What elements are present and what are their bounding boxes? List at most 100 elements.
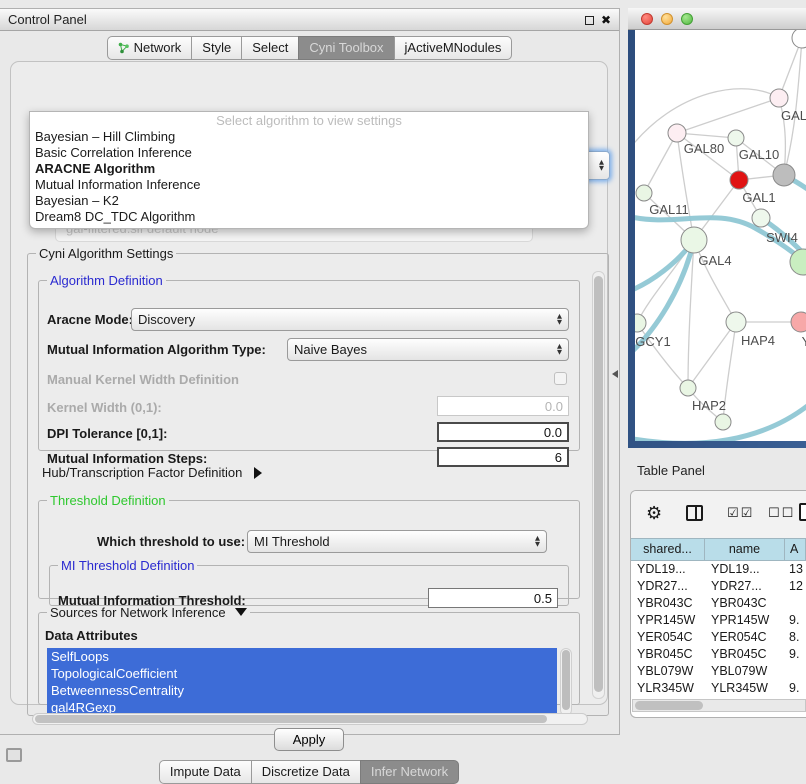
column-header-shared[interactable]: shared... [631,539,705,560]
tab-jactivemnodules[interactable]: jActiveMNodules [394,36,513,60]
network-edge[interactable] [637,323,688,388]
network-node-gal80[interactable] [668,124,686,142]
deselect-all-icon[interactable]: ☐☐ [768,506,795,521]
tab-label: Cyni Toolbox [309,40,383,55]
table-cell: YBR043C [705,595,785,612]
tab-cyni-toolbox[interactable]: Cyni Toolbox [298,36,393,60]
mi-algorithm-type-combobox[interactable]: Naive Bayes ▲▼ [287,338,569,361]
float-window-icon[interactable] [585,16,594,25]
table-row[interactable]: YER054CYER054C8. [631,629,806,646]
manual-kernel-checkbox[interactable] [554,372,567,385]
scrollbar-thumb[interactable] [635,701,703,710]
attribute-item-betweennesscentrality[interactable]: BetweennessCentrality [47,682,557,699]
network-node-hap2[interactable] [680,380,696,396]
algorithm-option-dream8-dc-tdc-algorithm[interactable]: Dream8 DC_TDC Algorithm [30,209,588,225]
mac-minimize-button[interactable] [661,13,673,25]
algorithm-option-aracne-algorithm[interactable]: ARACNE Algorithm [30,161,588,177]
tab-label: Impute Data [170,764,241,779]
network-node-gcy1[interactable] [635,314,646,332]
table-cell: YDR27... [705,578,785,595]
table-row[interactable]: YPR145WYPR145W9. [631,612,806,629]
settings-horizontal-scrollbar[interactable] [32,713,588,725]
sources-group: Sources for Network Inference Data Attri… [38,605,580,705]
kernel-width-field[interactable] [437,396,569,416]
threshold-definition-legend: Threshold Definition [47,493,169,508]
network-node-gal[interactable] [770,89,788,107]
dock-grip-icon[interactable] [6,748,22,762]
network-node-gal4[interactable] [681,227,707,253]
gear-icon[interactable]: ⚙ [646,503,662,524]
window-controls: ✖ [585,9,611,31]
network-edge-selected[interactable] [635,244,691,292]
network-tab-icon [118,42,130,54]
network-node-hap4[interactable] [726,312,746,332]
mac-close-button[interactable] [641,13,653,25]
network-edge[interactable] [644,133,677,193]
network-node-y[interactable] [791,312,806,332]
mi-steps-field[interactable] [437,447,569,467]
network-node[interactable] [715,414,731,430]
attributes-vertical-scrollbar[interactable] [560,648,572,716]
table-body: YDL19...YDL19...13YDR27...YDR27...12YBR0… [631,561,806,705]
node-label-gcy1: GCY1 [635,334,670,349]
table-cell: YDL19... [705,561,785,578]
algorithm-definition-group: Algorithm Definition Aracne Mode: Discov… [38,273,580,451]
table-horizontal-scrollbar[interactable] [632,699,806,712]
algorithm-option-bayesian-k2[interactable]: Bayesian – K2 [30,193,588,209]
tab-impute-data[interactable]: Impute Data [159,760,251,784]
network-edge[interactable] [688,322,736,388]
network-node[interactable] [773,164,795,186]
tab-infer-network[interactable]: Infer Network [360,760,459,784]
columns-icon[interactable] [686,505,703,521]
table-row[interactable]: YLR345WYLR345W9. [631,680,806,697]
table-cell: 8. [785,629,806,646]
column-header-name[interactable]: name [705,539,785,560]
algorithm-definition-legend: Algorithm Definition [47,273,166,288]
aracne-mode-combobox[interactable]: Discovery ▲▼ [131,308,569,331]
column-header-a[interactable]: A [785,539,806,560]
network-window-titlebar[interactable] [628,8,806,30]
settings-vertical-scrollbar[interactable] [592,271,605,699]
network-edge[interactable] [784,38,802,175]
scrollbar-thumb[interactable] [562,650,570,710]
close-icon[interactable]: ✖ [601,15,611,25]
attribute-item-topologicalcoefficient[interactable]: TopologicalCoefficient [47,665,557,682]
network-edge[interactable] [677,98,779,133]
dpi-tolerance-field[interactable] [437,422,569,442]
attribute-item-selfloops[interactable]: SelfLoops [47,648,557,665]
scrollbar-thumb[interactable] [594,276,603,692]
tab-discretize-data[interactable]: Discretize Data [251,760,360,784]
network-graph[interactable]: GALGAL80GAL10GAL1GAL11SWI4GAL4GCY1HAP4YH… [635,30,806,441]
table-row[interactable]: YBL079WYBL079W [631,663,806,680]
table-cell: YLR345W [631,680,705,697]
table-row[interactable]: YDR27...YDR27...12 [631,578,806,595]
network-node-swi4[interactable] [752,209,770,227]
network-canvas[interactable]: GALGAL80GAL10GAL1GAL11SWI4GAL4GCY1HAP4YH… [635,30,806,441]
data-attributes-list[interactable]: SelfLoopsTopologicalCoefficientBetweenne… [47,648,557,716]
scrollbar-thumb[interactable] [35,715,547,723]
tab-network[interactable]: Network [107,36,192,60]
table-row[interactable]: YBR045CYBR045C9. [631,646,806,663]
sources-legend-text: Sources for Network Inference [50,605,226,620]
mac-zoom-button[interactable] [681,13,693,25]
collapse-arrow-icon[interactable] [235,608,247,616]
file-icon[interactable] [799,503,806,521]
algorithm-option-mutual-information-inference[interactable]: Mutual Information Inference [30,177,588,193]
tab-select[interactable]: Select [241,36,298,60]
split-divider-arrow-icon[interactable] [612,370,618,378]
network-node-gal10[interactable] [728,130,744,146]
which-threshold-combobox[interactable]: MI Threshold ▲▼ [247,530,547,553]
tab-style[interactable]: Style [191,36,241,60]
network-node[interactable] [792,30,806,48]
network-node-gal1[interactable] [730,171,748,189]
algorithm-option-bayesian-hill-climbing[interactable]: Bayesian – Hill Climbing [30,129,588,145]
select-all-icon[interactable]: ☑☑ [727,506,754,521]
table-row[interactable]: YBR043CYBR043C [631,595,806,612]
node-label-hap2: HAP2 [692,398,726,413]
table-row[interactable]: YDL19...YDL19...13 [631,561,806,578]
table-cell: 12 [785,578,806,595]
hub-definition-expander[interactable]: Hub/Transcription Factor Definition [42,465,262,480]
network-node-gal11[interactable] [636,185,652,201]
algorithm-option-basic-correlation-inference[interactable]: Basic Correlation Inference [30,145,588,161]
apply-button[interactable]: Apply [274,728,344,751]
